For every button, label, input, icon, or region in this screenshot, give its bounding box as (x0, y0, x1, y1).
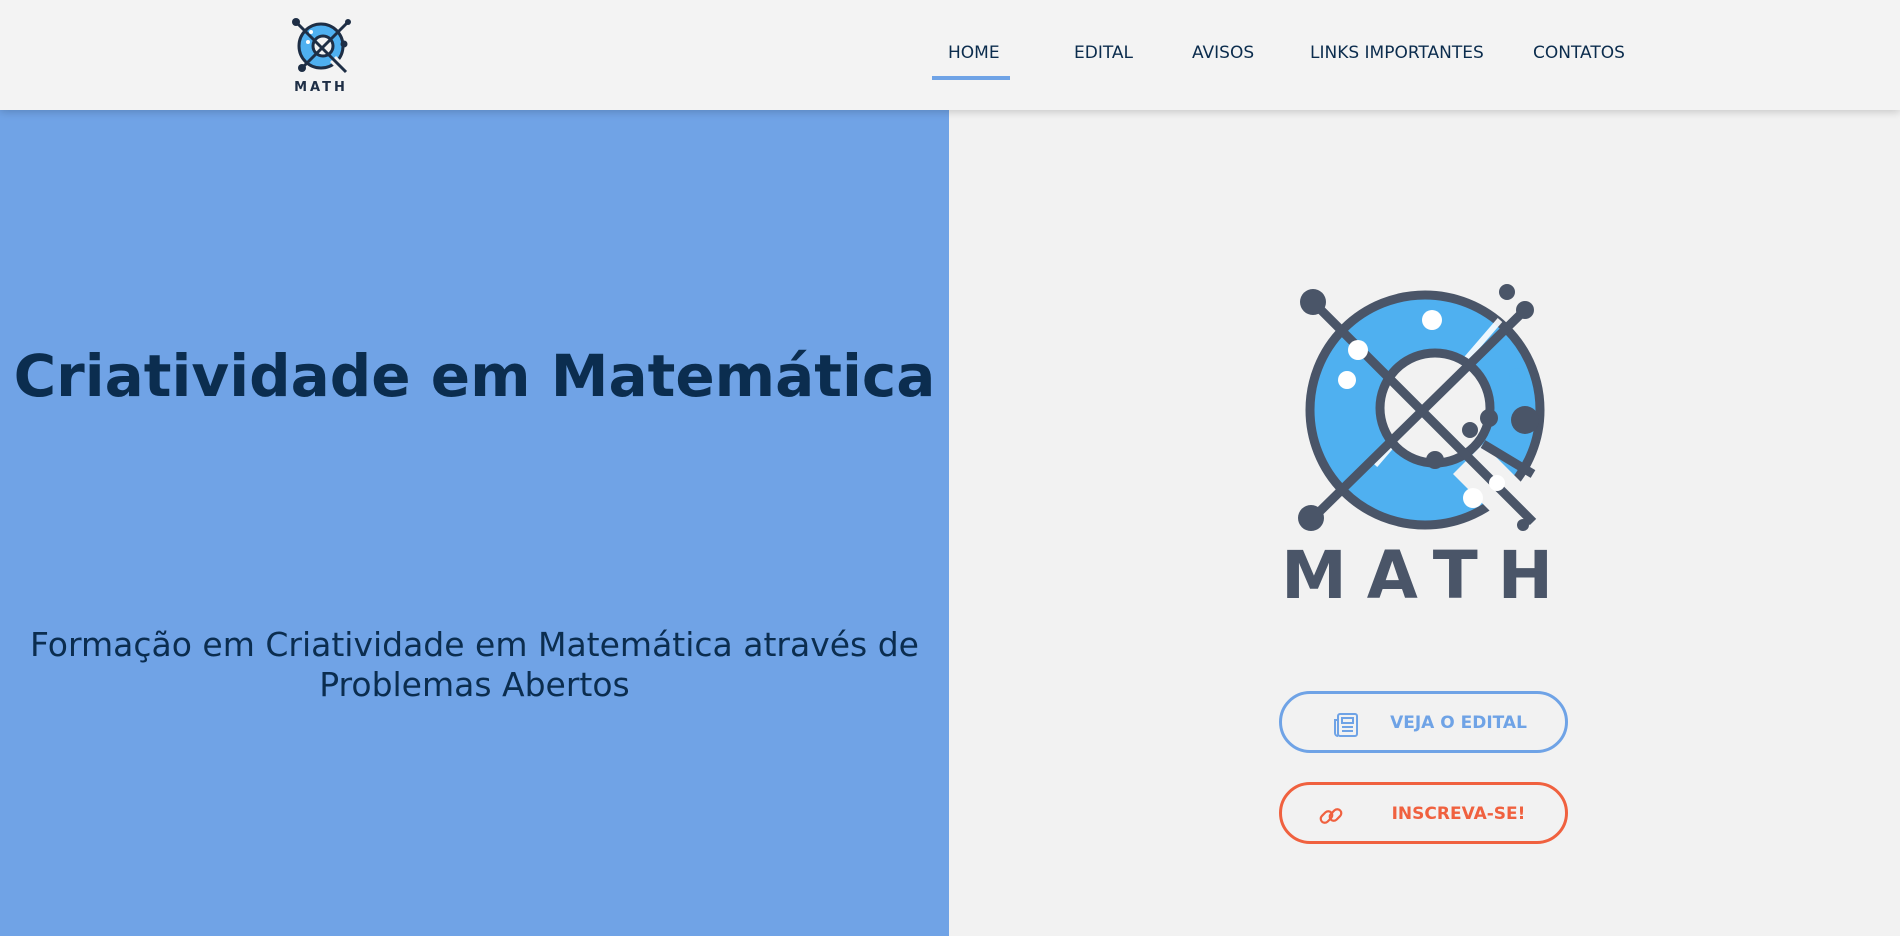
nav-avisos[interactable]: AVISOS (1192, 43, 1254, 63)
logo-small-text: MATH (294, 80, 348, 94)
logo-large-text: MATH (1285, 537, 1570, 610)
hero-left-panel: Criatividade em Matemática Formação em C… (0, 110, 949, 936)
nav-active-indicator (932, 76, 1010, 80)
link-icon (1319, 808, 1343, 824)
logo-mark-icon (292, 18, 351, 74)
newspaper-icon (1334, 713, 1358, 737)
veja-o-edital-button[interactable]: VEJA O EDITAL (1279, 691, 1568, 753)
cmath-logo-small[interactable]: MATH (286, 14, 356, 94)
hero-subtitle: Formação em Criatividade em Matemática a… (30, 625, 919, 704)
nav-edital[interactable]: EDITAL (1074, 43, 1133, 63)
cmath-logo-large: MATH (1285, 284, 1570, 610)
hero-title: Criatividade em Matemática (13, 342, 936, 410)
site-header: MATH HOME EDITAL AVISOS LINKS IMPORTANTE… (0, 0, 1900, 110)
inscreva-se-button[interactable]: INSCREVA-SE! (1279, 782, 1568, 844)
nav-links-importantes[interactable]: LINKS IMPORTANTES (1310, 43, 1484, 63)
inscreva-se-label: INSCREVA-SE! (1391, 804, 1526, 824)
nav-home[interactable]: HOME (948, 43, 1000, 63)
nav-contatos[interactable]: CONTATOS (1533, 43, 1625, 63)
logo-mark-icon (1298, 284, 1545, 531)
veja-o-edital-label: VEJA O EDITAL (1390, 713, 1527, 733)
